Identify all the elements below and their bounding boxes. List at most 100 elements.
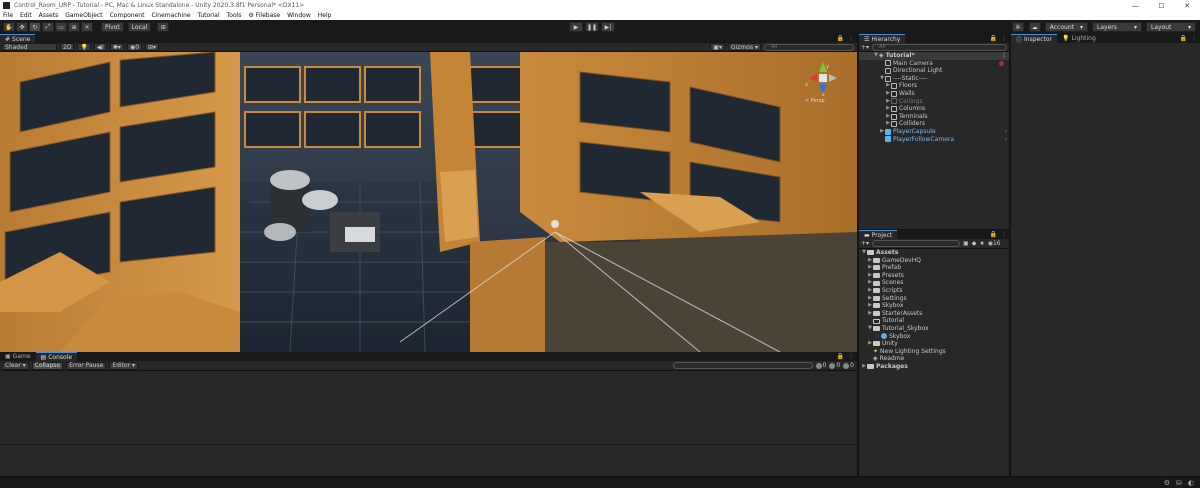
pivot-toggle[interactable]: Pivot: [101, 22, 124, 32]
move-tool-button[interactable]: ✥: [16, 22, 28, 32]
cache-server-icon[interactable]: ⛁: [1176, 479, 1182, 487]
hierarchy-item-directional-light[interactable]: Directional Light: [859, 67, 1010, 75]
menu-cinemachine[interactable]: Cinemachine: [151, 12, 190, 19]
hierarchy-item-player-capsule[interactable]: ▶ PlayerCapsule ›: [859, 128, 1010, 136]
lock-icon[interactable]: 🔒: [837, 353, 844, 360]
project-folder-gamedevhq[interactable]: ▶ GameDevHQ: [859, 257, 1010, 265]
orientation-gizmo[interactable]: y z x < Persp: [803, 58, 843, 108]
tab-console[interactable]: ▤ Console: [35, 352, 78, 361]
error-count-toggle[interactable]: 0: [843, 362, 854, 369]
hierarchy-item-columns[interactable]: ▶ Columns: [859, 105, 1010, 113]
editor-dropdown[interactable]: Editor ▾: [109, 361, 138, 370]
project-folder-tutorial[interactable]: Tutorial: [859, 317, 1010, 325]
project-folder-settings[interactable]: ▶ Settings: [859, 295, 1010, 303]
filter-label-icon[interactable]: ◆: [972, 240, 977, 247]
hand-tool-button[interactable]: ✋: [3, 22, 15, 32]
menu-tutorial[interactable]: Tutorial: [198, 12, 220, 19]
console-search-input[interactable]: [672, 362, 813, 369]
panel-menu-icon[interactable]: ⋮: [1001, 231, 1007, 238]
lock-icon[interactable]: 🔒: [1180, 35, 1187, 42]
project-asset-skybox-material[interactable]: Skybox: [859, 333, 1010, 341]
hierarchy-item-colliders[interactable]: ▶ Colliders: [859, 120, 1010, 128]
eye-icon[interactable]: ◉16: [988, 240, 1001, 247]
transform-tool-button[interactable]: ⊕: [68, 22, 80, 32]
panel-splitter[interactable]: [857, 34, 859, 476]
projection-label[interactable]: < Persp: [805, 98, 825, 104]
grid-snap-button[interactable]: ⊞: [157, 22, 170, 32]
filter-type-icon[interactable]: ▣: [963, 240, 969, 247]
layout-dropdown[interactable]: Layout ▾: [1146, 22, 1196, 32]
audio-toggle[interactable]: ◀): [93, 43, 107, 51]
project-asset-lighting-settings[interactable]: ✦ New Lighting Settings: [859, 348, 1010, 356]
project-folder-skybox[interactable]: ▶ Skybox: [859, 302, 1010, 310]
camera-settings-button[interactable]: ▣▾: [710, 43, 725, 51]
project-packages-root[interactable]: ▶ Packages: [859, 363, 1010, 371]
progress-icon[interactable]: ◐: [1188, 479, 1194, 487]
hierarchy-search-input[interactable]: All: [872, 43, 1007, 51]
warning-count-toggle[interactable]: 0: [829, 362, 840, 369]
favorite-icon[interactable]: ★: [979, 240, 984, 247]
tab-inspector[interactable]: ⓘ Inspector: [1011, 34, 1058, 44]
menu-component[interactable]: Component: [110, 12, 145, 19]
tab-scene[interactable]: # Scene: [0, 34, 36, 43]
project-search-input[interactable]: [872, 240, 961, 247]
hierarchy-item-terminals[interactable]: ▶ Terminals: [859, 113, 1010, 121]
collapse-toggle[interactable]: Collapse: [31, 361, 64, 370]
menu-tools[interactable]: Tools: [227, 12, 242, 19]
close-button[interactable]: ✕: [1184, 2, 1190, 10]
hidden-objects-toggle[interactable]: ◉ 0: [126, 43, 143, 51]
rect-tool-button[interactable]: ▭: [55, 22, 67, 32]
menu-assets[interactable]: Assets: [39, 12, 59, 19]
account-dropdown[interactable]: Account ▾: [1044, 22, 1088, 32]
layers-dropdown[interactable]: Layers ▾: [1092, 22, 1142, 32]
project-assets-root[interactable]: ▼ Assets: [859, 249, 1010, 257]
hierarchy-item-main-camera[interactable]: Main Camera: [859, 60, 1010, 68]
menu-gameobject[interactable]: GameObject: [65, 12, 102, 19]
menu-edit[interactable]: Edit: [20, 12, 32, 19]
grid-toggle[interactable]: ⊞▾: [145, 43, 160, 51]
chevron-right-icon[interactable]: ›: [1005, 136, 1007, 144]
hierarchy-item-walls[interactable]: ▶ Walls: [859, 90, 1010, 98]
project-folder-scripts[interactable]: ▶ Scripts: [859, 287, 1010, 295]
lock-icon[interactable]: 🔒: [990, 231, 997, 238]
tab-lighting[interactable]: 💡 Lighting: [1057, 34, 1101, 43]
scene-viewport[interactable]: y z x < Persp: [0, 52, 857, 352]
rotate-tool-button[interactable]: ↻: [29, 22, 41, 32]
minimize-button[interactable]: —: [1132, 2, 1139, 10]
menu-filebase[interactable]: ⚙ Filebase: [248, 12, 280, 19]
chevron-right-icon[interactable]: ›: [1005, 128, 1007, 136]
project-folder-prefab[interactable]: ▶ Prefab: [859, 264, 1010, 272]
panel-splitter[interactable]: [859, 229, 1009, 230]
scene-root-row[interactable]: ▼ ◈ Tutorial* ⋮: [859, 52, 1010, 60]
maximize-button[interactable]: ☐: [1158, 2, 1164, 10]
play-button[interactable]: ▶: [569, 22, 583, 32]
hierarchy-item-ceilings[interactable]: ▶ Ceilings: [859, 98, 1010, 106]
scene-menu-icon[interactable]: ⋮: [1001, 52, 1007, 60]
menu-file[interactable]: File: [3, 12, 13, 19]
gizmos-dropdown[interactable]: Gizmos ▾: [727, 43, 761, 51]
project-folder-unity[interactable]: ▶ Unity: [859, 340, 1010, 348]
tab-project[interactable]: ▬ Project: [859, 230, 898, 239]
create-button[interactable]: +▾: [861, 240, 869, 247]
lock-icon[interactable]: 🔒: [990, 35, 997, 42]
project-folder-scenes[interactable]: ▶ Scenes: [859, 279, 1010, 287]
panel-splitter[interactable]: [1009, 34, 1011, 476]
tab-hierarchy[interactable]: ☰ Hierarchy: [859, 34, 906, 43]
panel-menu-icon[interactable]: ⋮: [848, 35, 854, 42]
project-folder-presets[interactable]: ▶ Presets: [859, 272, 1010, 280]
scene-search-input[interactable]: All: [764, 43, 854, 51]
menu-window[interactable]: Window: [287, 12, 311, 19]
pause-button[interactable]: ❚❚: [585, 22, 599, 32]
panel-menu-icon[interactable]: ⋮: [1001, 35, 1007, 42]
hierarchy-item-player-follow-camera[interactable]: PlayerFollowCamera ›: [859, 136, 1010, 144]
scale-tool-button[interactable]: ⤢: [42, 22, 54, 32]
collab-button[interactable]: ✲: [1011, 22, 1024, 32]
panel-menu-icon[interactable]: ⋮: [1191, 35, 1197, 42]
info-count-toggle[interactable]: 0: [815, 362, 826, 369]
shading-mode-dropdown[interactable]: Shaded: [2, 43, 57, 51]
menu-help[interactable]: Help: [318, 12, 332, 19]
cloud-button[interactable]: ☁: [1028, 22, 1041, 32]
lighting-toggle[interactable]: 💡: [77, 43, 91, 51]
project-folder-tutorial-skybox[interactable]: ▼ Tutorial_Skybox: [859, 325, 1010, 333]
effects-dropdown[interactable]: ✺▾: [109, 43, 124, 51]
